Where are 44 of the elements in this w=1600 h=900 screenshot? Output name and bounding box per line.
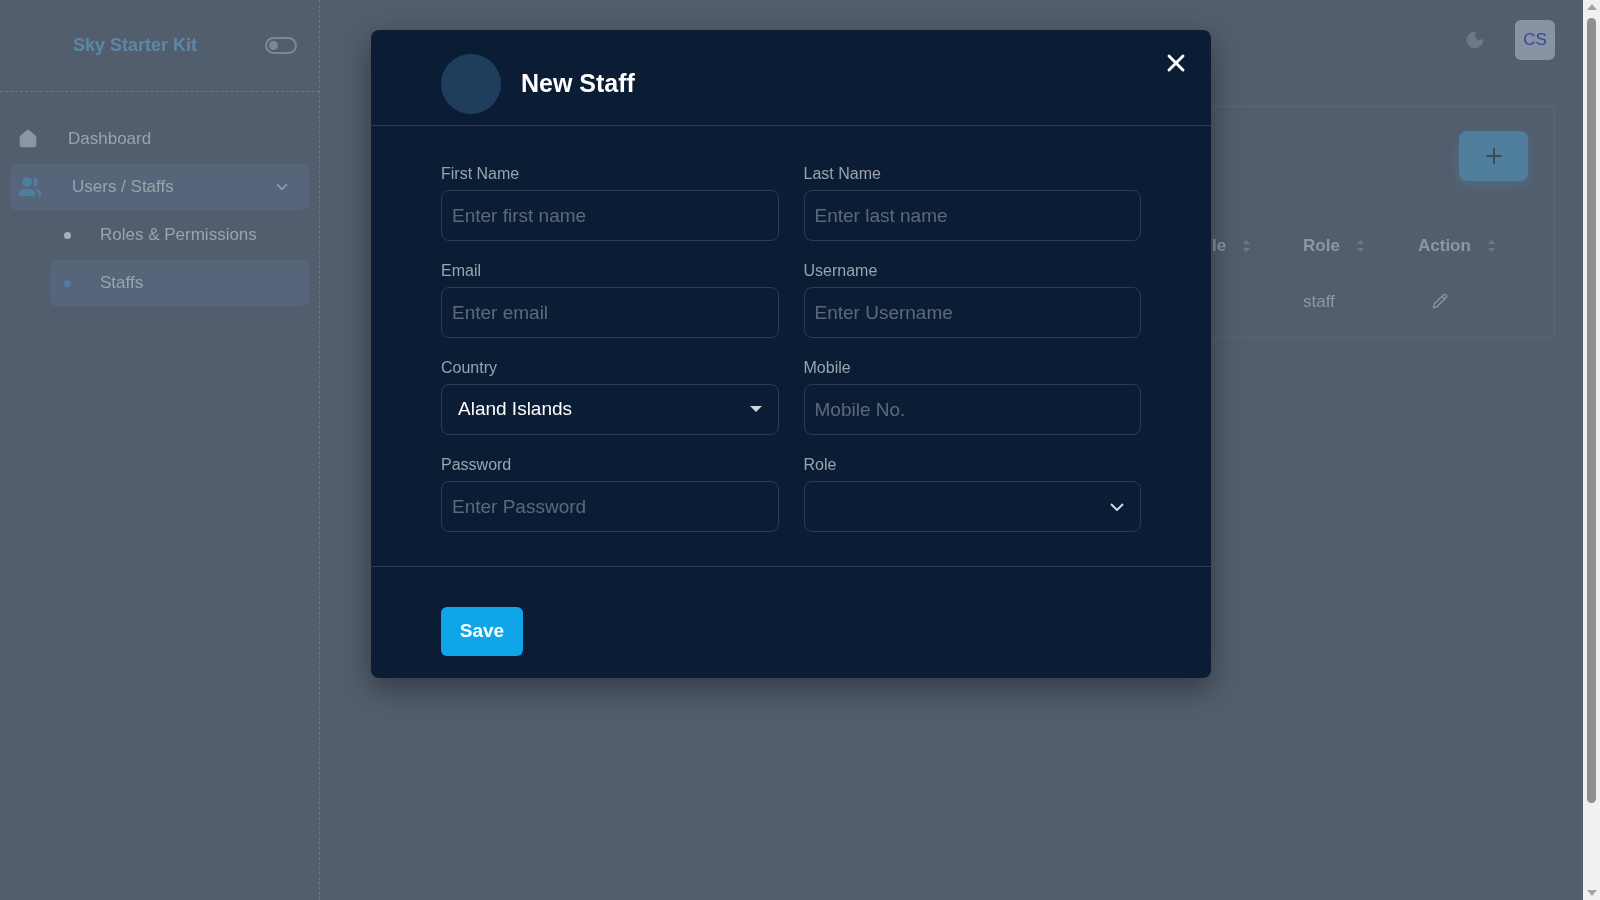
scroll-down-icon[interactable]	[1586, 890, 1597, 896]
field-label: Password	[441, 455, 513, 475]
modal-title: New Staff	[521, 67, 635, 99]
moon-icon[interactable]	[1465, 30, 1485, 50]
text-field[interactable]: Mobile No.	[803, 384, 1141, 435]
table-cell: staff	[1303, 291, 1335, 311]
sort-icon	[1486, 238, 1496, 253]
field-label: Last Name	[803, 164, 882, 184]
text-field[interactable]: Enter last name	[803, 190, 1141, 241]
text-field[interactable]: Enter Password	[441, 481, 779, 532]
role-select[interactable]	[803, 481, 1141, 532]
users-icon	[18, 175, 42, 199]
bullet-icon	[64, 231, 71, 239]
sort-icon	[1355, 238, 1365, 253]
user-avatar[interactable]: CS	[1515, 20, 1555, 60]
edit-icon[interactable]	[1432, 293, 1448, 310]
scrollbar-thumb[interactable]	[1587, 18, 1596, 803]
chevron-down-icon	[1110, 502, 1124, 511]
text-field[interactable]: Enter first name	[441, 190, 779, 241]
text-field[interactable]: Enter email	[441, 287, 779, 338]
field-label: Username	[803, 261, 879, 281]
dropdown-arrow-icon	[749, 406, 762, 413]
brand-title: Sky Starter Kit	[73, 34, 198, 57]
column-header[interactable]: Action	[1418, 233, 1498, 259]
sidebar-subitem[interactable]: Staffs	[50, 260, 309, 306]
bullet-icon	[64, 279, 71, 287]
field-label: Mobile	[803, 358, 852, 378]
country-select[interactable]: Aland Islands	[441, 384, 779, 435]
field-label: First Name	[441, 164, 521, 184]
scroll-up-icon[interactable]	[1586, 4, 1597, 10]
sidebar-subitem[interactable]: Roles & Permissions	[50, 212, 309, 258]
save-button[interactable]: Save	[441, 607, 523, 656]
sidebar-item[interactable]: Users / Staffs	[10, 164, 309, 210]
scrollbar[interactable]	[1583, 0, 1600, 900]
field-label: Email	[441, 261, 482, 281]
sidebar-item[interactable]: Dashboard	[10, 116, 309, 162]
add-button[interactable]	[1459, 131, 1528, 181]
sidebar-toggle[interactable]	[265, 37, 297, 54]
text-field[interactable]: Enter Username	[803, 287, 1141, 338]
field-label: Country	[441, 358, 499, 378]
column-header[interactable]: Role	[1303, 233, 1418, 259]
home-icon	[18, 129, 38, 149]
field-label: Role	[803, 455, 838, 475]
sort-icon	[1242, 238, 1252, 253]
